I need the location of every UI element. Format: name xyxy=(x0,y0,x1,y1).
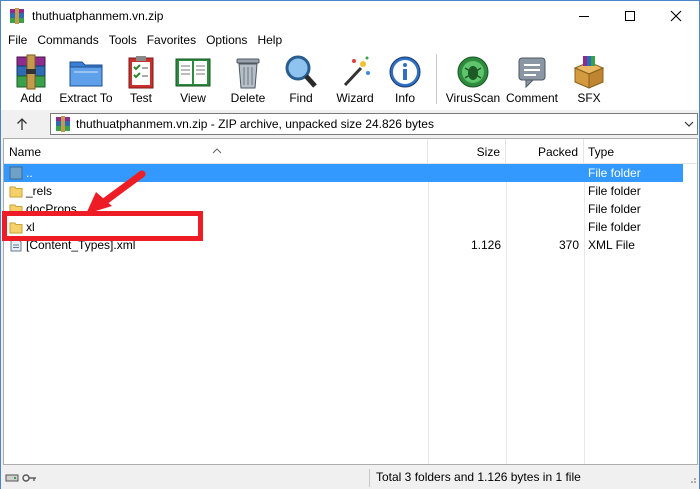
add-label: Add xyxy=(20,91,42,105)
resize-grip-icon[interactable] xyxy=(687,473,697,487)
close-button[interactable] xyxy=(653,1,699,31)
winrar-archive-icon xyxy=(55,116,71,132)
up-one-level-button[interactable] xyxy=(7,112,37,136)
status-bar: Total 3 folders and 1.126 bytes in 1 fil… xyxy=(1,467,699,489)
toolbar: Add Extract To Test View Delete Find Wiz… xyxy=(1,50,699,110)
address-text: thuthuatphanmem.vn.zip - ZIP archive, un… xyxy=(76,117,434,131)
sfx-button[interactable]: SFX xyxy=(563,50,615,108)
file-type: File folder xyxy=(588,220,641,234)
folder-icon xyxy=(9,184,23,198)
file-packed: 370 xyxy=(558,238,579,252)
menu-file[interactable]: File xyxy=(3,31,32,50)
status-separator xyxy=(369,469,370,487)
comment-label: Comment xyxy=(505,91,558,105)
address-bar[interactable]: thuthuatphanmem.vn.zip - ZIP archive, un… xyxy=(50,113,698,135)
find-label: Find xyxy=(289,91,313,105)
magnifier-icon xyxy=(282,54,320,90)
magic-wand-icon xyxy=(336,54,374,90)
winrar-app-icon xyxy=(9,8,25,24)
status-icons xyxy=(5,471,37,485)
test-button[interactable]: Test xyxy=(118,50,164,108)
test-label: Test xyxy=(129,91,152,105)
file-type: File folder xyxy=(588,202,641,216)
window-title: thuthuatphanmem.vn.zip xyxy=(32,9,164,23)
menu-help[interactable]: Help xyxy=(252,31,287,50)
test-clipboard-icon xyxy=(122,54,160,90)
extract-to-label: Extract To xyxy=(59,91,113,105)
table-row[interactable]: .. File folder xyxy=(4,164,683,182)
delete-button[interactable]: Delete xyxy=(222,50,274,108)
menu-commands[interactable]: Commands xyxy=(32,31,103,50)
trash-can-icon xyxy=(229,54,267,90)
add-button[interactable]: Add xyxy=(8,50,54,108)
extract-folder-icon xyxy=(67,54,105,90)
file-name: _rels xyxy=(26,184,53,198)
virusscan-label: VirusScan xyxy=(445,91,501,105)
vertical-scrollbar[interactable] xyxy=(685,164,697,464)
menu-favorites[interactable]: Favorites xyxy=(142,31,201,50)
info-button[interactable]: Info xyxy=(382,50,428,108)
minimize-button[interactable] xyxy=(561,1,607,31)
column-name-label: Name xyxy=(9,145,42,159)
column-header-size[interactable]: Size xyxy=(428,139,506,164)
parent-folder-icon xyxy=(9,166,23,180)
drive-icon xyxy=(5,474,19,482)
wizard-label: Wizard xyxy=(336,91,374,105)
column-size-label: Size xyxy=(476,145,500,159)
winrar-window: thuthuatphanmem.vn.zip File Commands Too… xyxy=(0,0,700,489)
list-header: Name Size Packed Type xyxy=(4,139,697,164)
sfx-box-icon xyxy=(570,54,608,90)
table-row[interactable]: _rels File folder xyxy=(4,182,683,200)
column-packed-label: Packed xyxy=(537,145,578,159)
file-name: .. xyxy=(26,166,33,180)
status-text: Total 3 folders and 1.126 bytes in 1 fil… xyxy=(376,470,581,484)
title-bar[interactable]: thuthuatphanmem.vn.zip xyxy=(1,1,699,31)
file-type: File folder xyxy=(588,166,641,180)
menu-bar: File Commands Tools Favorites Options He… xyxy=(1,31,699,50)
minimize-icon xyxy=(579,16,589,17)
sort-ascending-icon xyxy=(212,138,222,164)
comment-button[interactable]: Comment xyxy=(501,50,563,108)
virus-scan-icon xyxy=(454,54,492,90)
up-arrow-icon xyxy=(17,118,27,130)
close-icon xyxy=(670,10,682,22)
toolbar-separator xyxy=(436,54,437,104)
file-type: XML File xyxy=(588,238,635,252)
delete-label: Delete xyxy=(230,91,266,105)
view-book-icon xyxy=(174,54,212,90)
view-button[interactable]: View xyxy=(164,50,222,108)
column-header-name[interactable]: Name xyxy=(4,139,428,164)
highlight-box xyxy=(2,211,203,241)
file-list: Name Size Packed Type .. File folder _re… xyxy=(3,138,698,465)
column-header-type[interactable]: Type xyxy=(584,139,697,164)
wizard-button[interactable]: Wizard xyxy=(328,50,382,108)
address-row: thuthuatphanmem.vn.zip - ZIP archive, un… xyxy=(1,111,699,137)
file-size: 1.126 xyxy=(470,238,501,252)
sfx-label: SFX xyxy=(577,91,601,105)
column-header-packed[interactable]: Packed xyxy=(506,139,584,164)
window-controls xyxy=(561,1,699,31)
maximize-icon xyxy=(625,11,635,21)
chevron-down-icon[interactable] xyxy=(684,118,694,132)
add-archive-icon xyxy=(12,54,50,90)
view-label: View xyxy=(180,91,206,105)
column-type-label: Type xyxy=(588,145,615,159)
file-type: File folder xyxy=(588,184,641,198)
comment-icon xyxy=(513,54,551,90)
info-label: Info xyxy=(394,91,415,105)
menu-options[interactable]: Options xyxy=(201,31,252,50)
info-icon xyxy=(386,54,424,90)
find-button[interactable]: Find xyxy=(274,50,328,108)
menu-tools[interactable]: Tools xyxy=(104,31,142,50)
extract-to-button[interactable]: Extract To xyxy=(54,50,118,108)
key-icon[interactable] xyxy=(21,471,37,485)
virusscan-button[interactable]: VirusScan xyxy=(445,50,501,108)
maximize-button[interactable] xyxy=(607,1,653,31)
